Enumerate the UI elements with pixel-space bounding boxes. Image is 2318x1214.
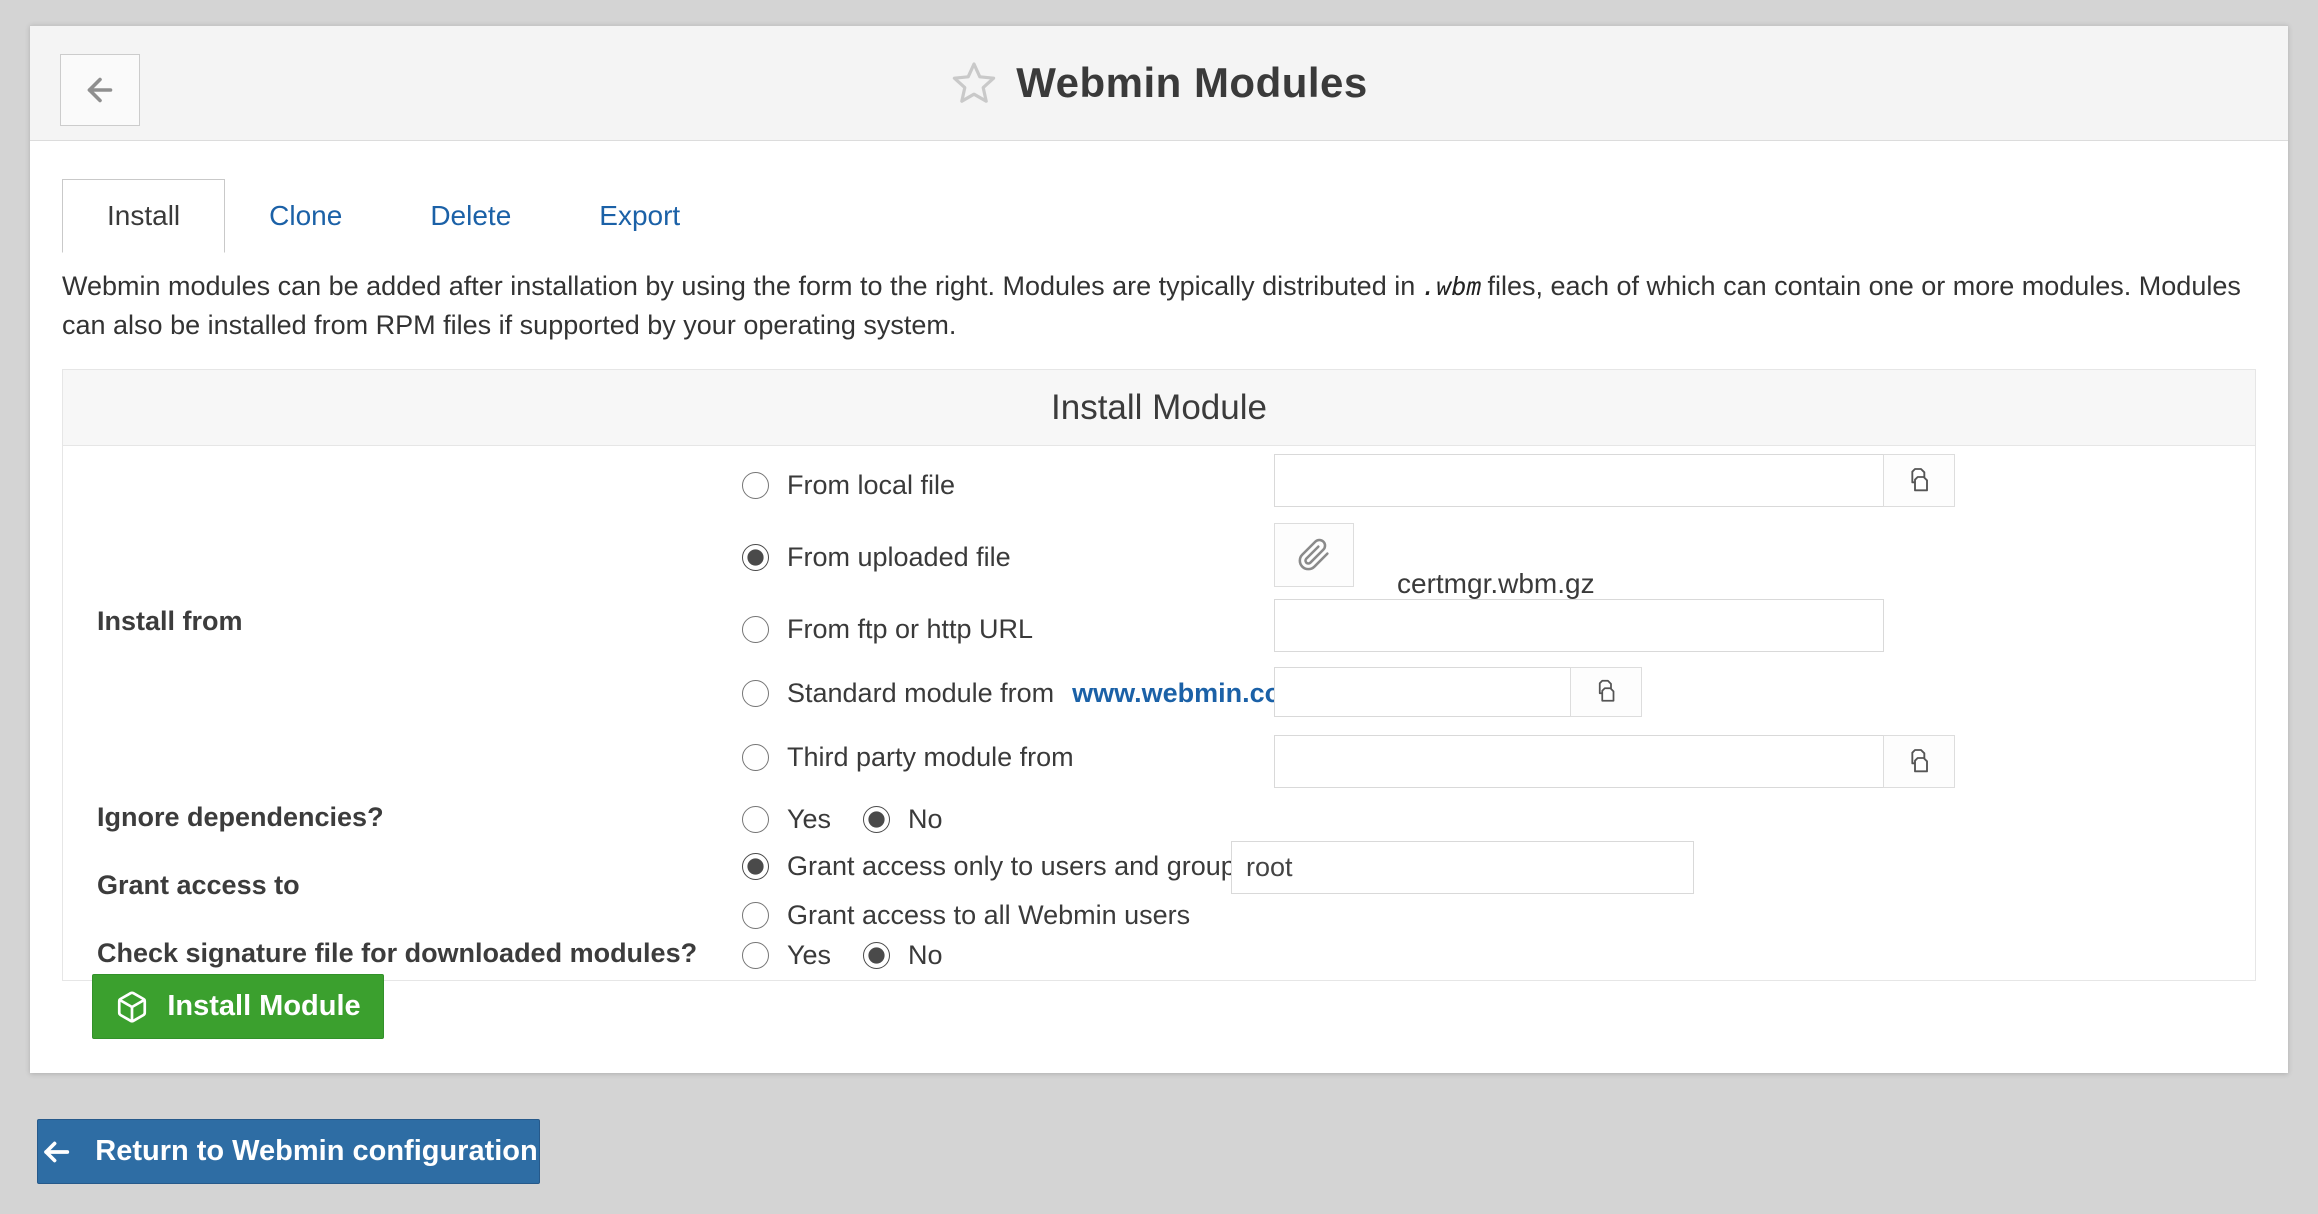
page-content: Install Clone Delete Export Webmin modul… (30, 179, 2288, 981)
radio-standard-module[interactable] (742, 680, 769, 707)
uploaded-file-name: certmgr.wbm.gz (1397, 568, 1595, 600)
standard-module-input[interactable] (1274, 667, 1571, 717)
header-title-wrap: Webmin Modules (30, 26, 2288, 140)
signature-yes-label: Yes (787, 940, 831, 971)
webmin-com-link[interactable]: www.webmin.com (1072, 678, 1305, 709)
option-uploaded-file-row: From uploaded file (742, 542, 1011, 573)
arrow-left-icon (39, 1135, 73, 1169)
radio-from-uploaded-file[interactable] (742, 544, 769, 571)
ignore-no-label: No (908, 804, 943, 835)
option-third-party-row: Third party module from (742, 742, 1074, 773)
paperclip-icon (1297, 538, 1331, 572)
url-input[interactable] (1274, 599, 1884, 652)
grant-users-input[interactable] (1231, 841, 1694, 894)
panel-title: Install Module (63, 370, 2255, 446)
grant-all-label: Grant access to all Webmin users (787, 900, 1190, 931)
grant-all-row: Grant access to all Webmin users (742, 900, 1190, 931)
radio-grant-users[interactable] (742, 853, 769, 880)
local-file-chooser-button[interactable] (1883, 454, 1955, 507)
third-party-input[interactable] (1274, 735, 1884, 788)
from-url-label: From ftp or http URL (787, 614, 1033, 645)
tab-clone[interactable]: Clone (225, 179, 386, 253)
check-signature-label: Check signature file for downloaded modu… (97, 938, 697, 969)
grant-users-label: Grant access only to users and groups : (787, 851, 1264, 882)
radio-grant-all[interactable] (742, 902, 769, 929)
intro-text: Webmin modules can be added after instal… (62, 267, 2256, 345)
from-uploaded-file-label: From uploaded file (787, 542, 1011, 573)
install-from-label: Install from (97, 606, 243, 637)
install-module-form: Install from Ignore dependencies? Grant … (63, 446, 2255, 980)
upload-file-button[interactable] (1274, 523, 1354, 587)
radio-signature-yes[interactable] (742, 942, 769, 969)
radio-from-url[interactable] (742, 616, 769, 643)
tab-delete[interactable]: Delete (386, 179, 555, 253)
favorite-star-icon[interactable] (950, 59, 998, 107)
radio-signature-no[interactable] (863, 942, 890, 969)
tab-export[interactable]: Export (555, 179, 724, 253)
wbm-code: .wbm (1415, 272, 1487, 301)
signature-no-label: No (908, 940, 943, 971)
ignore-dependencies-row: Yes No (742, 804, 943, 835)
file-chooser-icon (1903, 465, 1935, 497)
package-icon (115, 990, 149, 1024)
return-button-label: Return to Webmin configuration (95, 1135, 538, 1168)
intro-before: Webmin modules can be added after instal… (62, 271, 1415, 301)
radio-ignore-no[interactable] (863, 806, 890, 833)
local-file-input[interactable] (1274, 454, 1884, 507)
third-party-chooser-button[interactable] (1883, 735, 1955, 788)
third-party-label: Third party module from (787, 742, 1074, 773)
radio-from-local-file[interactable] (742, 472, 769, 499)
page-header: Webmin Modules (30, 26, 2288, 141)
return-to-webmin-configuration-button[interactable]: Return to Webmin configuration (37, 1119, 540, 1184)
grant-users-row: Grant access only to users and groups : (742, 851, 1264, 882)
tab-bar: Install Clone Delete Export (62, 179, 2256, 253)
radio-ignore-yes[interactable] (742, 806, 769, 833)
from-local-file-label: From local file (787, 470, 955, 501)
ignore-dependencies-label: Ignore dependencies? (97, 802, 384, 833)
install-module-panel: Install Module Install from Ignore depen… (62, 369, 2256, 981)
option-standard-row: Standard module from www.webmin.com (742, 678, 1305, 709)
radio-third-party-module[interactable] (742, 744, 769, 771)
webmin-modules-card: Webmin Modules Install Clone Delete Expo… (30, 25, 2288, 1073)
install-module-button-label: Install Module (167, 990, 360, 1023)
option-url-row: From ftp or http URL (742, 614, 1033, 645)
option-local-file-row: From local file (742, 470, 955, 501)
standard-module-label: Standard module from (787, 678, 1054, 709)
standard-module-chooser-button[interactable] (1570, 667, 1642, 717)
ignore-yes-label: Yes (787, 804, 831, 835)
check-signature-row: Yes No (742, 940, 943, 971)
install-module-button[interactable]: Install Module (92, 974, 384, 1039)
file-chooser-icon (1591, 677, 1621, 707)
file-chooser-icon (1903, 746, 1935, 778)
page-title: Webmin Modules (1016, 59, 1368, 107)
tab-install[interactable]: Install (62, 179, 225, 253)
grant-access-label: Grant access to (97, 870, 300, 901)
